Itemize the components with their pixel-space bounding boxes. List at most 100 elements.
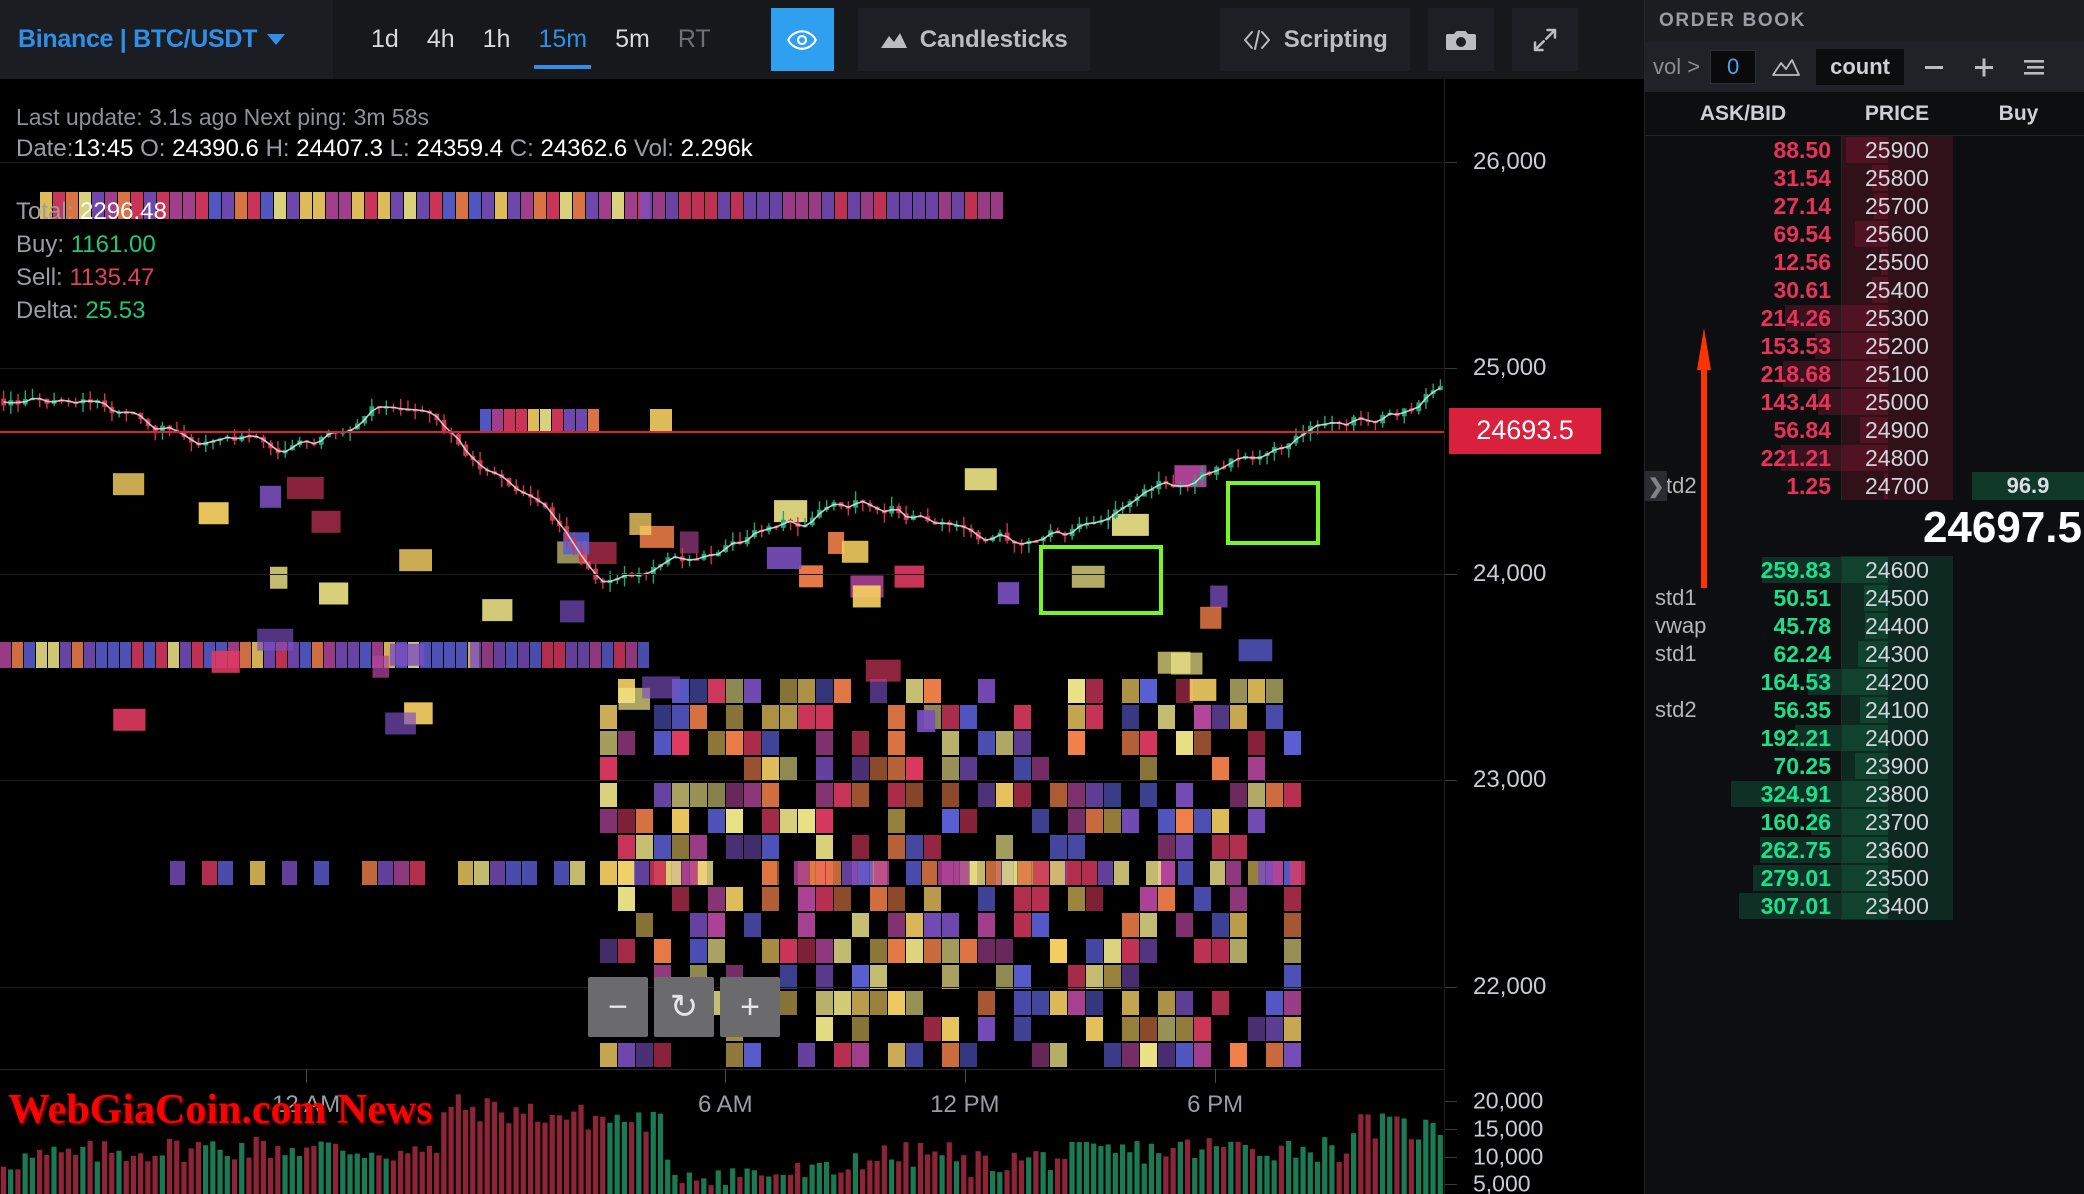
volume-bar bbox=[1004, 1170, 1010, 1194]
column-divider bbox=[1841, 164, 1842, 192]
ask-row[interactable]: 214.26 25300 bbox=[1645, 304, 2084, 332]
heatmap-cell bbox=[816, 757, 833, 781]
ask-row[interactable]: 221.21 24800 bbox=[1645, 444, 2084, 472]
count-toggle-button[interactable]: count bbox=[1816, 49, 1904, 85]
volume-bar bbox=[1177, 1141, 1183, 1194]
reset-zoom-button[interactable]: ↻ bbox=[654, 977, 714, 1037]
bid-row[interactable]: 70.25 23900 bbox=[1645, 752, 2084, 780]
order-size: 12.56 bbox=[1773, 248, 1831, 275]
bid-row[interactable]: std2 56.35 24100 bbox=[1645, 696, 2084, 724]
heatmap-cell bbox=[1176, 1017, 1193, 1041]
symbol-selector[interactable]: Binance | BTC/USDT bbox=[0, 0, 333, 79]
volume-bar bbox=[1170, 1147, 1176, 1194]
vol-filter-input[interactable]: 0 bbox=[1710, 50, 1757, 84]
timeframe-1d[interactable]: 1d bbox=[357, 0, 413, 79]
volume-bar bbox=[607, 1122, 613, 1194]
scripting-button[interactable]: Scripting bbox=[1219, 8, 1410, 71]
bid-row[interactable]: 259.83 24600 bbox=[1645, 556, 2084, 584]
heatmap-cell bbox=[474, 861, 489, 885]
volume-bar bbox=[816, 1162, 822, 1194]
price-axis[interactable]: 26,000 25,000 24,000 23,000 22,000 24693.5 20,… bbox=[1444, 79, 1644, 1194]
heatmap-cell bbox=[816, 887, 833, 911]
volume-bar bbox=[1033, 1151, 1039, 1194]
heatmap-cell bbox=[900, 192, 912, 219]
volume-bar bbox=[1235, 1141, 1241, 1194]
screenshot-button[interactable] bbox=[1427, 8, 1494, 71]
bid-row[interactable]: vwap 45.78 24400 bbox=[1645, 612, 2084, 640]
volume-bar bbox=[231, 1159, 238, 1194]
timeframe-4h[interactable]: 4h bbox=[413, 0, 469, 79]
timeframe-15m[interactable]: 15m bbox=[524, 0, 601, 79]
heatmap-cell bbox=[954, 861, 969, 885]
ask-row[interactable]: 30.61 25400 bbox=[1645, 276, 2084, 304]
heatmap-cell bbox=[209, 192, 221, 219]
volume-bar bbox=[412, 1146, 418, 1194]
timeframe-group: 1d 4h 1h 15m 5m RT bbox=[357, 0, 725, 79]
increase-rows-button[interactable] bbox=[1964, 50, 2004, 84]
heatmap-cell bbox=[1158, 1043, 1175, 1067]
heatmap-cell bbox=[1194, 887, 1211, 911]
heatmap-cell bbox=[654, 705, 671, 729]
heatmap-cell bbox=[1158, 835, 1175, 859]
volume-bar bbox=[1011, 1152, 1017, 1194]
heatmap-cell bbox=[1032, 809, 1049, 833]
bid-row[interactable]: std1 50.51 24500 bbox=[1645, 584, 2084, 612]
bid-row[interactable]: 324.91 23800 bbox=[1645, 780, 2084, 808]
visibility-toggle-button[interactable] bbox=[770, 8, 834, 71]
volume-bar bbox=[1184, 1139, 1191, 1194]
fullscreen-button[interactable] bbox=[1511, 8, 1578, 71]
time-axis-tick bbox=[1215, 1069, 1217, 1083]
ask-row[interactable]: std2 1.25 24700 96.9 ❯ bbox=[1645, 471, 2084, 501]
bid-row[interactable]: std1 62.24 24300 bbox=[1645, 640, 2084, 668]
volume-bar bbox=[361, 1157, 368, 1194]
heatmap-cell bbox=[170, 861, 185, 885]
order-book-menu-button[interactable] bbox=[2014, 50, 2054, 84]
bid-row[interactable]: 262.75 23600 bbox=[1645, 836, 2084, 864]
volume-bar bbox=[997, 1172, 1003, 1194]
heatmap-cell bbox=[852, 1017, 869, 1041]
heatmap-cell bbox=[780, 757, 797, 781]
ask-row[interactable]: 153.53 25200 bbox=[1645, 332, 2084, 360]
order-book-chart-toggle[interactable] bbox=[1766, 50, 1806, 84]
ask-row[interactable]: 12.56 25500 bbox=[1645, 248, 2084, 276]
ask-row[interactable]: 218.68 25100 bbox=[1645, 360, 2084, 388]
volume-bar bbox=[304, 1147, 310, 1194]
volume-bar bbox=[1423, 1119, 1429, 1194]
bid-row[interactable]: 160.26 23700 bbox=[1645, 808, 2084, 836]
heatmap-cell bbox=[506, 861, 521, 885]
zoom-out-button[interactable]: − bbox=[588, 977, 648, 1037]
volume-bar bbox=[123, 1160, 129, 1194]
chart-type-button[interactable]: Candlesticks bbox=[857, 8, 1090, 71]
heatmap-cell bbox=[718, 192, 730, 219]
heatmap-cell bbox=[690, 783, 707, 807]
hamburger-menu-icon bbox=[2023, 60, 2044, 75]
heatmap-cell bbox=[24, 642, 35, 668]
heatmap-cell bbox=[913, 192, 925, 219]
timeframe-rt[interactable]: RT bbox=[664, 0, 725, 79]
ask-row[interactable]: 27.14 25700 bbox=[1645, 192, 2084, 220]
ask-row[interactable]: 56.84 24900 bbox=[1645, 416, 2084, 444]
heatmap-cell bbox=[286, 476, 324, 499]
bid-row[interactable]: 307.01 23400 bbox=[1645, 892, 2084, 920]
price-chart-plot[interactable]: − ↻ + bbox=[0, 79, 1444, 1069]
ask-row[interactable]: 69.54 25600 bbox=[1645, 220, 2084, 248]
timeframe-5m[interactable]: 5m bbox=[601, 0, 664, 79]
decrease-rows-button[interactable] bbox=[1914, 50, 1954, 84]
bid-row[interactable]: 164.53 24200 bbox=[1645, 668, 2084, 696]
zoom-in-button[interactable]: + bbox=[720, 977, 780, 1037]
level-label: vwap bbox=[1655, 613, 1707, 638]
bid-row[interactable]: 279.01 23500 bbox=[1645, 864, 2084, 892]
heatmap-cell bbox=[744, 783, 761, 807]
bid-row[interactable]: 192.21 24000 bbox=[1645, 724, 2084, 752]
ask-row[interactable]: 88.50 25900 bbox=[1645, 136, 2084, 164]
timeframe-1h[interactable]: 1h bbox=[469, 0, 525, 79]
order-size: 50.51 bbox=[1773, 584, 1831, 611]
ask-row[interactable]: 143.44 25000 bbox=[1645, 388, 2084, 416]
heatmap-cell bbox=[144, 642, 155, 668]
heatmap-cell bbox=[690, 705, 707, 729]
heatmap-cell bbox=[1140, 939, 1157, 963]
heatmap-cell bbox=[1189, 678, 1217, 701]
heatmap-cell bbox=[1248, 757, 1265, 781]
chevron-right-icon[interactable]: ❯ bbox=[1645, 471, 1667, 501]
ask-row[interactable]: 31.54 25800 bbox=[1645, 164, 2084, 192]
